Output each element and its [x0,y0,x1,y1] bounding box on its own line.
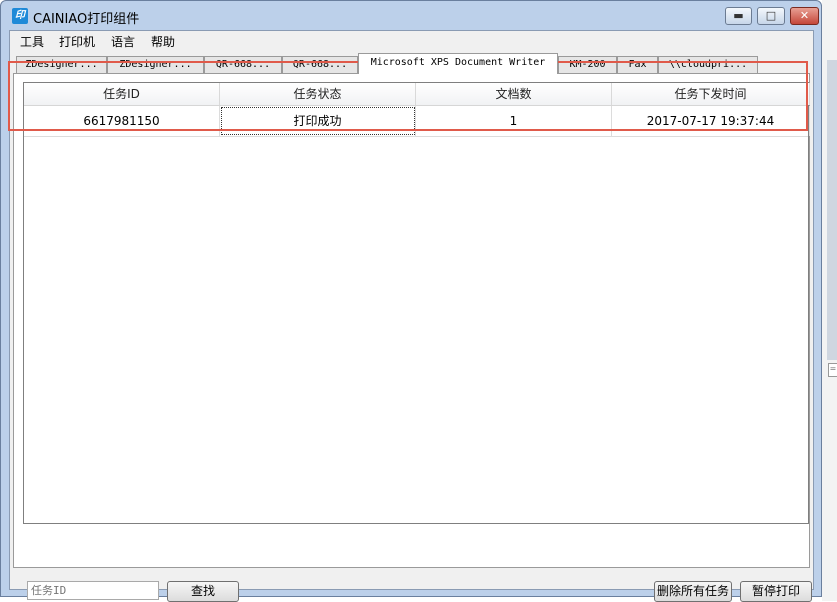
cainiao-app-icon: 印 [12,8,28,24]
printer-tabs: ZDesigner... ZDesigner... QR-668... QR-6… [10,53,813,74]
menu-printer[interactable]: 打印机 [56,33,98,50]
tab-panel: 任务ID 任务状态 文档数 任务下发时间 6617981150 打印成功 1 2… [13,73,812,602]
tab-cloudprinter[interactable]: \\cloudpri... [658,56,758,73]
close-button[interactable]: ✕ [790,7,819,25]
cell-task-status[interactable]: 打印成功 [220,106,416,136]
client-area: 工具 打印机 语言 帮助 ZDesigner... ZDesigner... Q… [9,30,814,602]
menu-tools[interactable]: 工具 [17,33,47,50]
column-header-task-id[interactable]: 任务ID [24,83,220,105]
title-bar[interactable]: 印 CAINIAO打印组件 ▬ □ ✕ [1,1,821,31]
tab-fax[interactable]: Fax [617,56,658,73]
cell-task-id[interactable]: 6617981150 [24,106,220,136]
search-button[interactable]: 查找 [167,581,239,602]
desktop-background [822,0,837,601]
desktop-icon: = [828,363,837,377]
column-header-doc-count[interactable]: 文档数 [416,83,612,105]
column-header-task-status[interactable]: 任务状态 [220,83,416,105]
table-header: 任务ID 任务状态 文档数 任务下发时间 [24,83,810,106]
tab-zdesigner-1[interactable]: ZDesigner... [16,56,107,73]
tab-zdesigner-2[interactable]: ZDesigner... [107,56,204,73]
tab-qr668-1[interactable]: QR-668... [204,56,282,73]
maximize-button[interactable]: □ [757,7,785,25]
pause-print-button[interactable]: 暂停打印 [740,581,812,602]
app-window: 印 CAINIAO打印组件 ▬ □ ✕ 工具 打印机 语言 帮助 ZDesign… [0,0,822,602]
window-title: CAINIAO打印组件 [33,12,140,27]
cell-doc-count[interactable]: 1 [416,106,612,136]
desktop-window-fragment [827,60,837,360]
column-header-task-time[interactable]: 任务下发时间 [612,83,810,105]
tab-qr668-2[interactable]: QR-668... [282,56,358,73]
task-id-search-input[interactable] [27,581,159,600]
minimize-button[interactable]: ▬ [725,7,752,25]
tab-microsoft-xps[interactable]: Microsoft XPS Document Writer [358,53,558,74]
table-row[interactable]: 6617981150 打印成功 1 2017-07-17 19:37:44 [24,106,810,137]
menu-bar: 工具 打印机 语言 帮助 [10,31,813,51]
tab-km200[interactable]: KM-200 [558,56,617,73]
menu-help[interactable]: 帮助 [148,33,178,50]
cell-task-time[interactable]: 2017-07-17 19:37:44 [612,106,810,136]
delete-all-tasks-button[interactable]: 删除所有任务 [654,581,732,602]
task-table: 任务ID 任务状态 文档数 任务下发时间 6617981150 打印成功 1 2… [23,82,810,524]
menu-language[interactable]: 语言 [108,33,138,50]
